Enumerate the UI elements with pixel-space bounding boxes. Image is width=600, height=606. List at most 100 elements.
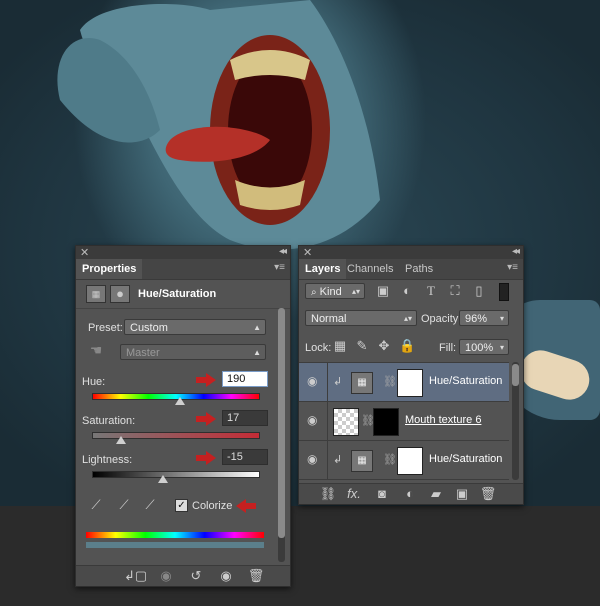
hue-slider-thumb[interactable] [175,397,185,405]
panel-menu-icon[interactable]: ▾≡ [274,262,285,273]
layer-row[interactable]: ◉ ↲ ▦ ⛓ Hue/Saturation [299,441,509,480]
clipping-mask-icon: ↲ [333,376,343,388]
lock-position-icon[interactable]: ✥ [377,338,391,354]
red-arrow-icon [196,373,216,387]
layers-panel: ✕ ◂◂ Layers Channels Paths ▾≡ ⌕ Kind ▴▾ … [298,245,524,505]
lock-transparent-icon[interactable]: ▦ [333,338,347,354]
red-arrow-icon [236,499,256,513]
eye-icon[interactable]: ◉ [307,374,321,388]
preset-dropdown[interactable]: Custom ▲ [124,319,266,335]
adjustment-title: Hue/Saturation [138,288,217,300]
preset-label: Preset: [88,322,123,334]
tab-paths[interactable]: Paths [399,259,439,279]
panel-title-bar[interactable]: ✕ ◂◂ [299,246,523,259]
clip-to-layer-icon[interactable]: ↲▢ [124,568,147,584]
lightness-input[interactable]: -15 [222,449,268,465]
panel-title-bar[interactable]: ✕ ◂◂ [76,246,290,259]
link-chain-icon[interactable]: ⛓ [383,453,397,466]
shape-filter-icon[interactable]: ⛶ [447,283,463,299]
lock-pixels-icon[interactable]: ✎ [355,338,369,354]
colorize-label[interactable]: Colorize [192,500,232,512]
collapse-icon[interactable]: ◂◂ [512,246,520,257]
visibility-eye-icon[interactable]: ◉ [216,568,236,584]
layer-row[interactable]: ◉ ↲ ▦ ⛓ Hue/Saturation [299,363,509,402]
close-icon[interactable]: ✕ [303,246,312,259]
saturation-input[interactable]: 17 [222,410,268,426]
visibility-column: ◉ [299,441,328,479]
adjustment-header: ▦ ● Hue/Saturation [76,280,290,309]
adjustment-layer-icon[interactable]: ▦ [86,285,106,303]
fill-value: 100% [465,342,494,354]
opacity-label: Opacity: [421,313,462,325]
scrollbar-thumb[interactable] [512,364,519,386]
red-arrow-icon [196,412,216,426]
lock-all-icon[interactable]: 🔒 [399,338,415,354]
new-adjustment-icon[interactable]: ◐ [401,486,419,502]
hue-saturation-adjustment-icon: ▦ [351,372,373,394]
layer-thumbnail[interactable] [333,408,359,436]
add-mask-icon[interactable]: ◙ [373,486,391,502]
layer-row[interactable]: ◉ ⛓ Mouth texture 6 [299,402,509,441]
dropdown-arrow-icon: ▲ [253,348,261,357]
tab-channels[interactable]: Channels [341,259,399,279]
smart-object-filter-icon[interactable]: ▯ [471,283,487,299]
view-previous-icon[interactable]: ◉ [156,568,176,584]
layer-mask-thumbnail[interactable] [397,369,423,397]
clipping-mask-icon: ↲ [333,454,343,466]
eyedropper-minus-icon[interactable]: ⟋ [142,497,158,513]
collapse-icon[interactable]: ◂◂ [279,246,287,257]
blend-mode-dropdown[interactable]: Normal ▴▾ [305,310,417,326]
lightness-slider-thumb[interactable] [158,475,168,483]
scrollbar-thumb[interactable] [278,308,285,538]
fill-field[interactable]: 100% ▾ [459,339,509,355]
type-filter-icon[interactable]: T [423,283,439,299]
dropdown-arrow-icon: ▾ [499,343,504,352]
red-arrow-icon [196,451,216,465]
colorize-checkbox[interactable]: ✓ [175,499,188,512]
eye-icon[interactable]: ◉ [307,413,321,427]
tab-layers[interactable]: Layers [299,259,347,279]
result-color-bar [86,542,264,548]
layer-name[interactable]: Mouth texture 6 [405,414,481,426]
eye-icon[interactable]: ◉ [307,452,321,466]
dropdown-arrow-icon: ▴▾ [351,287,360,296]
hue-input[interactable]: 190 [222,371,268,387]
blend-mode-value: Normal [311,313,347,325]
channel-dropdown[interactable]: Master ▲ [120,344,266,360]
layer-name[interactable]: Hue/Saturation [429,453,502,465]
layer-mask-thumbnail[interactable] [373,408,399,436]
preset-value: Custom [130,322,168,334]
reset-icon[interactable]: ↺ [186,568,206,584]
link-layers-icon[interactable]: ⛓ [319,486,337,502]
dropdown-arrow-icon: ▲ [253,323,261,332]
layer-style-fx-icon[interactable]: fx. [345,486,363,502]
layer-name[interactable]: Hue/Saturation [429,375,502,387]
kind-value: Kind [319,286,342,298]
eyedropper-plus-icon[interactable]: ⟋ [116,497,132,513]
properties-scrollbar[interactable] [278,308,285,562]
opacity-field[interactable]: 96% ▾ [459,310,509,326]
delete-trash-icon[interactable]: 🗑 [479,486,497,502]
mask-icon[interactable]: ● [110,285,130,303]
close-icon[interactable]: ✕ [80,246,89,259]
panel-menu-icon[interactable]: ▾≡ [507,262,518,273]
delete-trash-icon[interactable]: 🗑 [246,568,266,584]
layer-mask-thumbnail[interactable] [397,447,423,475]
new-group-folder-icon[interactable]: ▰ [427,486,445,502]
saturation-slider-thumb[interactable] [116,436,126,444]
lightness-slider-track[interactable] [92,471,260,478]
targeted-adjustment-hand-icon[interactable]: ☚ [86,342,106,360]
kind-filter-dropdown[interactable]: ⌕ Kind ▴▾ [305,283,365,299]
channel-value: Master [126,347,160,359]
adjustment-filter-icon[interactable]: ◐ [399,283,415,299]
layers-scrollbar[interactable] [512,362,519,480]
visibility-column: ◉ [299,402,328,440]
eyedropper-icon[interactable]: ⟋ [88,497,104,513]
filter-toggle[interactable] [499,283,509,301]
pixel-filter-icon[interactable]: ▣ [375,283,391,299]
hue-saturation-adjustment-icon: ▦ [351,450,373,472]
new-layer-icon[interactable]: ▣ [453,486,471,502]
tab-properties[interactable]: Properties [76,259,143,279]
saturation-label: Saturation: [82,415,136,427]
link-chain-icon[interactable]: ⛓ [383,375,397,388]
